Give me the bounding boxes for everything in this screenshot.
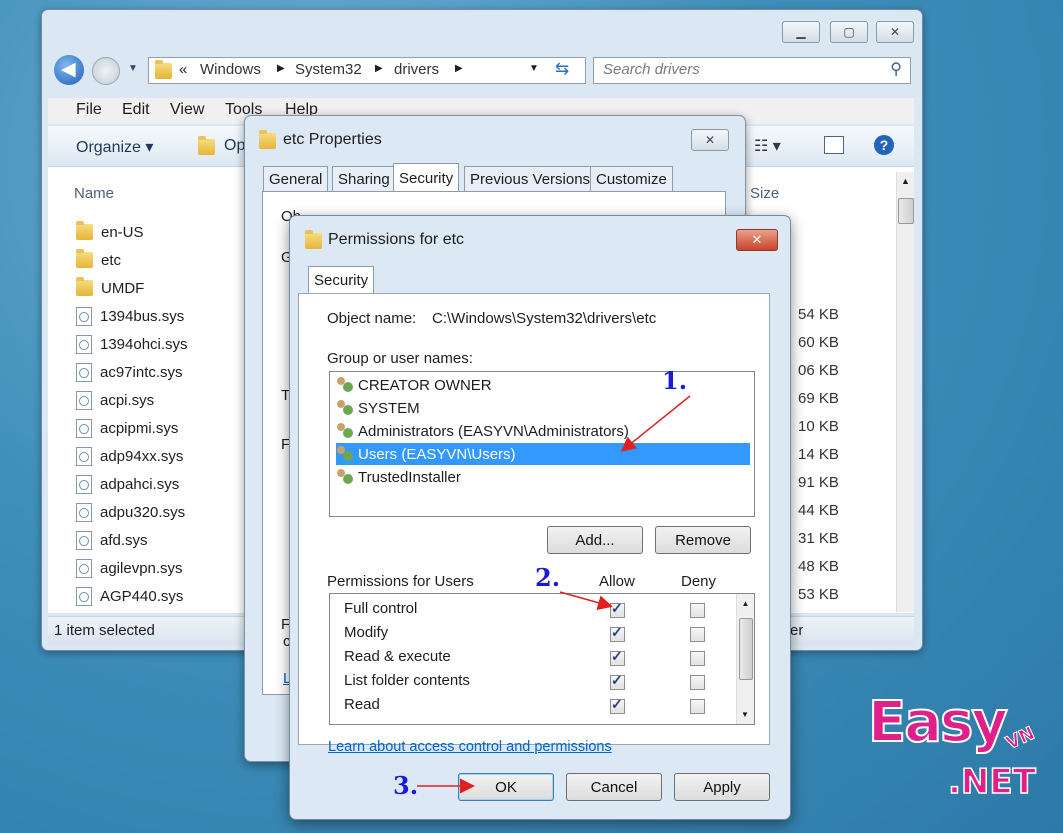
arrow-step-1 <box>620 395 691 452</box>
arrow-step-2 <box>559 591 613 610</box>
logo-easy: Easy <box>867 689 1009 756</box>
easyvn-logo: Easy VN .NET <box>867 689 1058 820</box>
logo-net: .NET <box>947 761 1036 803</box>
logo-vn: VN <box>1002 722 1039 755</box>
